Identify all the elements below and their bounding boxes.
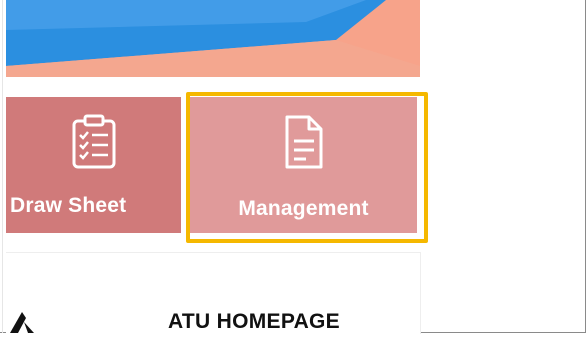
hero-banner-image bbox=[6, 0, 420, 77]
page-left-edge bbox=[2, 0, 3, 333]
draw-sheet-label: Draw Sheet bbox=[10, 194, 127, 217]
screenshot-frame: Draw Sheet Management ATU HOMEPAGE bbox=[0, 0, 586, 334]
selection-highlight bbox=[186, 92, 428, 243]
draw-sheet-tile[interactable]: Draw Sheet bbox=[6, 97, 181, 233]
atu-homepage-link[interactable]: ATU HOMEPAGE bbox=[168, 310, 340, 334]
atu-logo-icon bbox=[6, 308, 40, 338]
clipboard-checklist-icon bbox=[68, 113, 120, 176]
banner-graphic bbox=[6, 0, 420, 77]
